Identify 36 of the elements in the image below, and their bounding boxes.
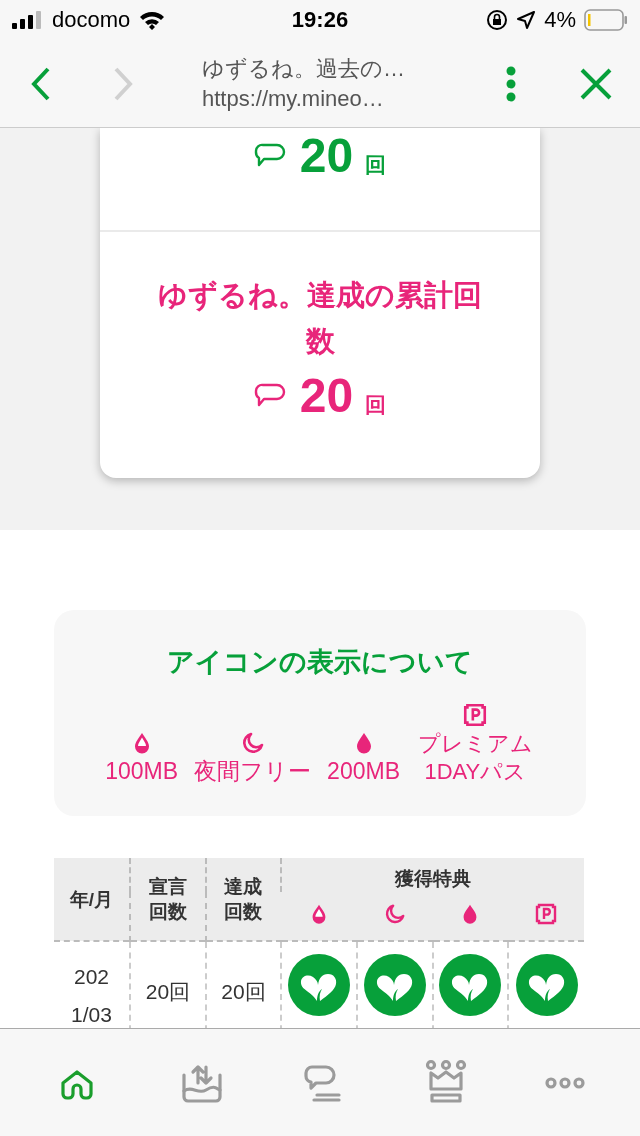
speech-bubble-icon — [253, 383, 286, 409]
count-value: 20 — [299, 368, 354, 423]
column-header: 獲得特典 — [395, 868, 471, 889]
close-icon — [580, 67, 612, 100]
carrier-name: docomo — [52, 7, 131, 33]
column-header: 達成回数 — [223, 875, 264, 924]
clock-time: 19:26 — [291, 7, 349, 33]
pass-icon — [534, 901, 559, 926]
rotation-lock-icon — [486, 9, 509, 31]
count-value: 20 — [299, 128, 354, 183]
table-cell-text: 2021/03 — [70, 964, 113, 1028]
legend-title: アイコンの表示について — [167, 646, 473, 679]
legend-label: プレミアム1DAYパス — [416, 730, 534, 786]
count-title: ゆずるね。達成の累計回数 — [157, 278, 483, 359]
signal-icon — [12, 11, 44, 29]
page-title: ゆずるね。過去の… — [202, 54, 405, 83]
more-icon — [544, 1075, 585, 1090]
more-vertical-icon — [506, 65, 516, 102]
legend-label: 200MB — [327, 757, 400, 786]
battery-percent: 4% — [544, 7, 576, 33]
speech-bubble-icon — [253, 143, 286, 169]
wifi-icon — [138, 9, 167, 31]
legend-label: 夜間フリー — [194, 757, 312, 786]
location-icon — [516, 10, 537, 30]
legend-label: 100MB — [105, 757, 179, 786]
moon-icon — [383, 902, 406, 925]
table-cell-text: 20回 — [221, 979, 266, 1005]
count-unit: 回 — [365, 152, 387, 178]
column-header: 宣言回数 — [148, 875, 188, 924]
column-header: 年/月 — [69, 887, 114, 912]
table-cell-text: 20回 — [145, 979, 191, 1005]
page-url: https://my.mineo… — [202, 84, 384, 113]
moon-icon — [240, 731, 265, 755]
battery-icon — [584, 9, 628, 31]
count-unit: 回 — [365, 392, 387, 418]
pass-icon — [462, 702, 489, 728]
